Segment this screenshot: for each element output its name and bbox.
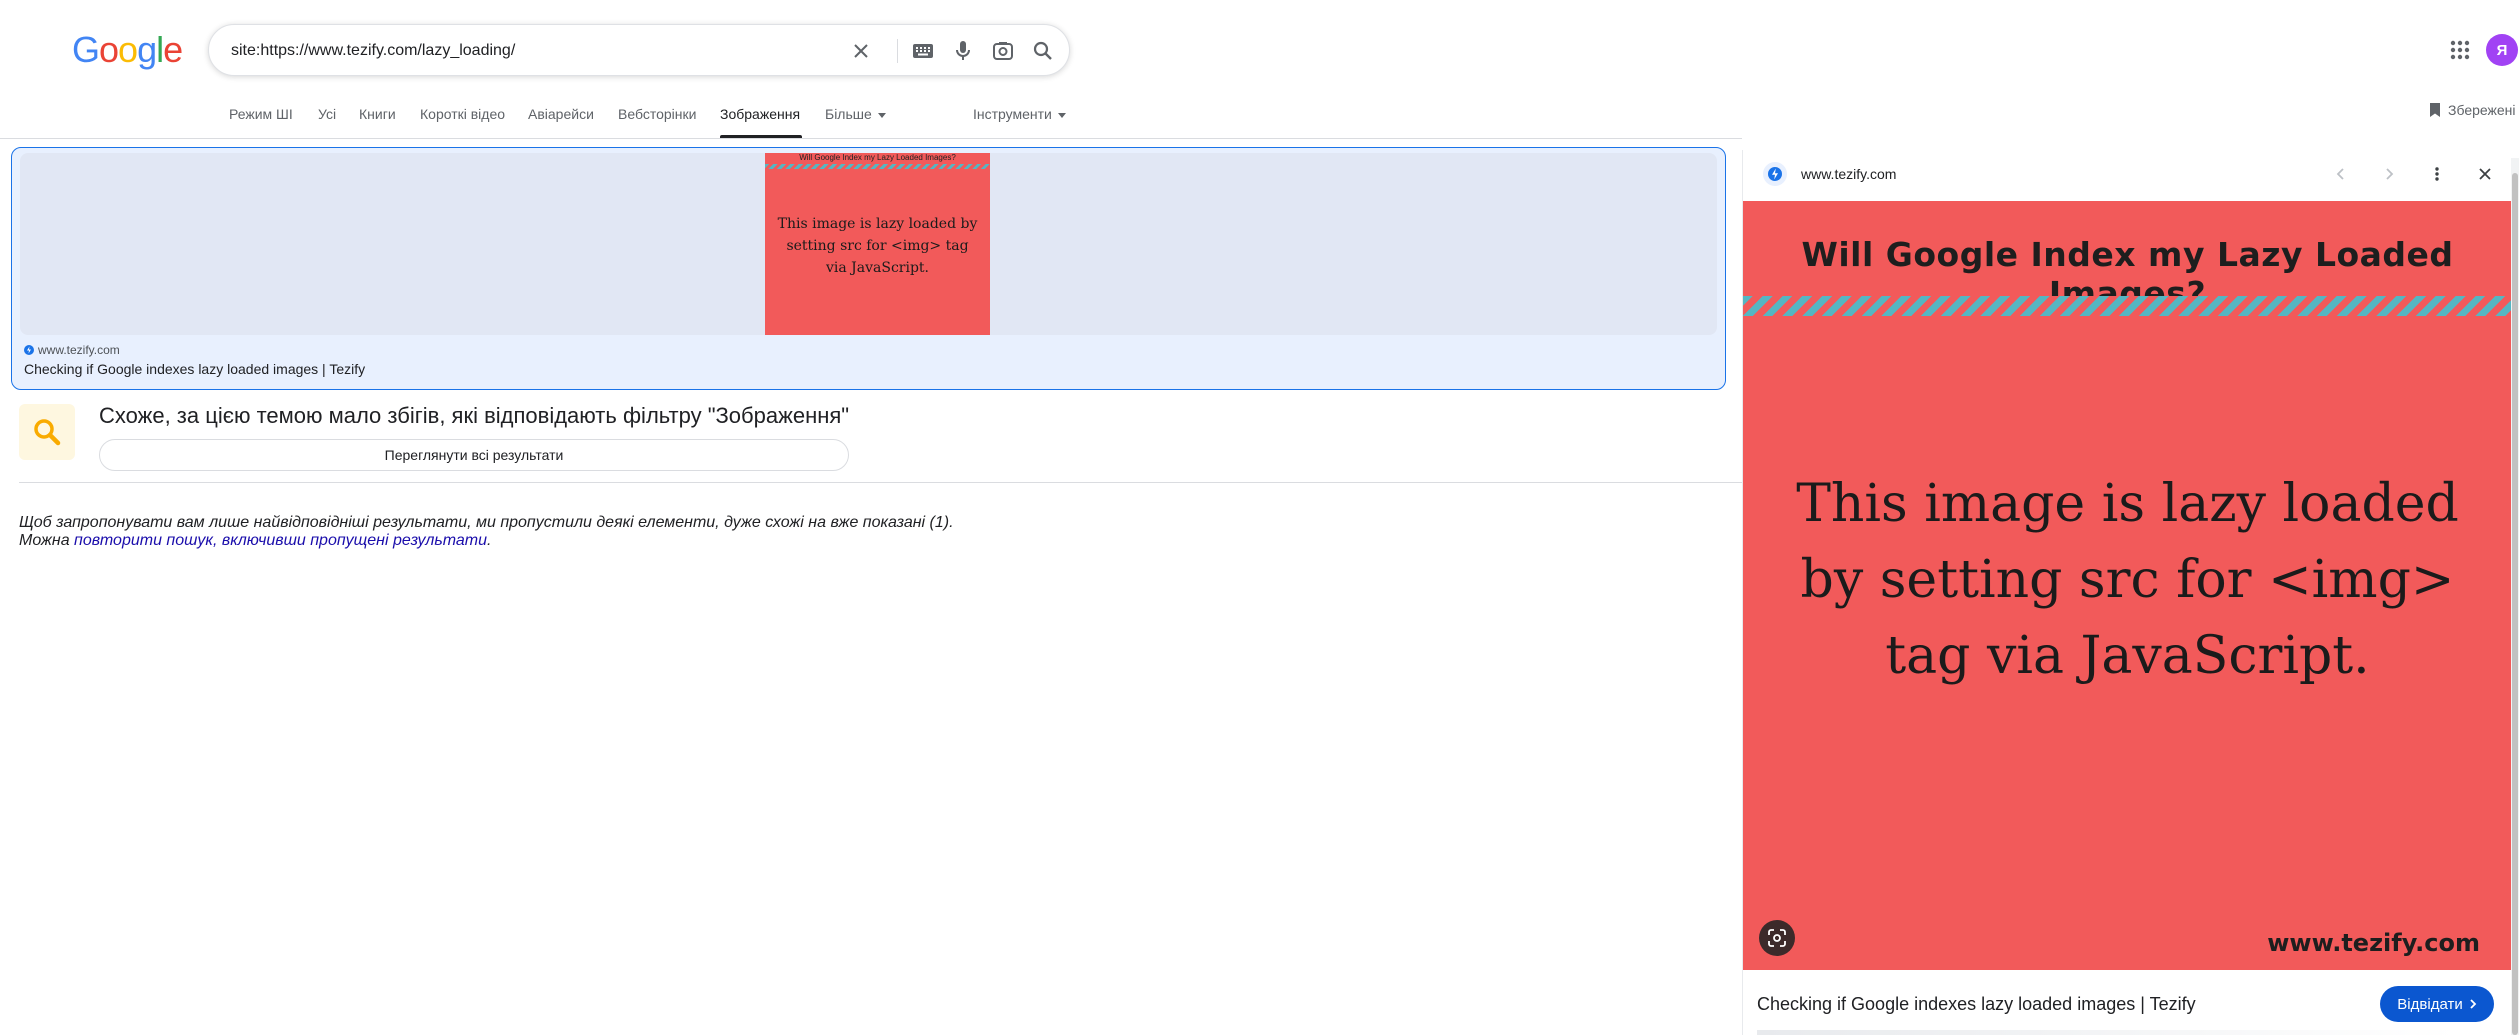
thumbnail-container: Will Google Index my Lazy Loaded Images?… xyxy=(20,153,1717,335)
omitted-line-1: Щоб запропонувати вам лише найвідповідні… xyxy=(19,514,954,531)
chevron-right-icon[interactable] xyxy=(2377,162,2401,186)
thumbnail-stripe xyxy=(765,164,990,169)
result-thumbnail[interactable]: Will Google Index my Lazy Loaded Images?… xyxy=(765,153,990,335)
tab-more[interactable]: Більше xyxy=(825,106,886,122)
search-tabs: Режим ШІ Усі Книги Короткі відео Авіарей… xyxy=(0,96,2519,138)
preview-image[interactable]: Will Google Index my Lazy Loaded Images?… xyxy=(1743,201,2512,970)
tab-short-videos[interactable]: Короткі відео xyxy=(420,106,505,122)
clear-icon[interactable] xyxy=(849,39,873,63)
tab-flights[interactable]: Авіарейси xyxy=(528,106,594,122)
content-divider xyxy=(19,482,1742,483)
tab-more-label: Більше xyxy=(825,106,872,122)
panel-scrollbar-thumb[interactable] xyxy=(2512,173,2518,1035)
microphone-icon[interactable] xyxy=(951,39,975,63)
visit-button-label: Відвідати xyxy=(2397,995,2463,1013)
lens-search-button[interactable] xyxy=(1759,920,1795,956)
logo-letter: o xyxy=(99,29,119,70)
repeat-search-link[interactable]: повторити пошук, включивши пропущені рез… xyxy=(74,532,487,549)
image-preview-panel: www.tezify.com Will Google Index my Lazy… xyxy=(1742,150,2519,1035)
result-source[interactable]: www.tezify.com xyxy=(24,343,120,357)
more-vert-icon[interactable] xyxy=(2425,162,2449,186)
google-logo[interactable]: Google xyxy=(72,29,183,70)
chevron-down-icon xyxy=(1057,112,1066,118)
omitted-line-2: Можна повторити пошук, включивши пропуще… xyxy=(19,532,954,550)
lens-icon[interactable] xyxy=(991,39,1015,63)
omitted-results-notice: Щоб запропонувати вам лише найвідповідні… xyxy=(19,514,954,550)
saved-label: Збережені xyxy=(2448,102,2516,118)
preview-image-text: This image is lazy loaded by setting src… xyxy=(1796,474,2459,686)
logo-letter: G xyxy=(72,29,100,70)
tab-tools-label: Інструменти xyxy=(973,106,1052,122)
result-source-label: www.tezify.com xyxy=(38,343,120,357)
search-box xyxy=(208,24,1070,76)
search-input[interactable] xyxy=(231,37,851,65)
lens-icon xyxy=(1768,929,1786,947)
logo-letter: g xyxy=(137,29,157,70)
panel-domain[interactable]: www.tezify.com xyxy=(1801,166,1896,182)
preview-page-title[interactable]: Checking if Google indexes lazy loaded i… xyxy=(1757,994,2196,1015)
preview-image-stripe xyxy=(1743,296,2512,316)
omitted-prefix: Можна xyxy=(19,532,75,549)
image-result-card[interactable]: Will Google Index my Lazy Loaded Images?… xyxy=(11,147,1726,390)
omitted-suffix: . xyxy=(487,532,492,549)
tab-web[interactable]: Вебсторінки xyxy=(618,106,696,122)
notice-icon-box xyxy=(19,404,75,460)
site-favicon[interactable] xyxy=(1763,162,1787,186)
preview-image-domain: www.tezify.com xyxy=(2267,929,2480,957)
logo-letter: o xyxy=(118,29,138,70)
site-favicon xyxy=(24,345,34,355)
panel-scrollbar[interactable] xyxy=(2511,158,2519,1035)
chevron-right-icon xyxy=(2470,999,2476,1009)
tab-images[interactable]: Зображення xyxy=(720,106,800,122)
close-icon[interactable] xyxy=(2473,162,2497,186)
logo-letter: e xyxy=(163,29,183,70)
panel-description-fade xyxy=(1757,1030,2457,1035)
apps-grid-icon[interactable] xyxy=(2448,38,2472,62)
tab-ai-mode[interactable]: Режим ШІ xyxy=(229,106,293,122)
search-divider xyxy=(897,39,898,63)
tab-all[interactable]: Усі xyxy=(318,106,336,122)
avatar[interactable]: Я xyxy=(2486,34,2518,66)
view-all-results-button[interactable]: Переглянути всі результати xyxy=(99,439,849,471)
keyboard-icon[interactable] xyxy=(911,39,935,63)
chevron-left-icon[interactable] xyxy=(2329,162,2353,186)
header-divider xyxy=(0,138,1742,139)
bookmark-icon xyxy=(2430,103,2440,117)
visit-button[interactable]: Відвідати xyxy=(2380,986,2494,1022)
thumbnail-text: This image is lazy loaded by setting src… xyxy=(777,216,978,276)
tab-books[interactable]: Книги xyxy=(359,106,396,122)
thumbnail-title: Will Google Index my Lazy Loaded Images? xyxy=(799,153,956,162)
search-icon[interactable] xyxy=(1031,39,1055,63)
magnifier-icon xyxy=(34,419,61,446)
saved-button[interactable]: Збережені xyxy=(2428,102,2516,118)
result-title[interactable]: Checking if Google indexes lazy loaded i… xyxy=(24,361,365,377)
tab-tools[interactable]: Інструменти xyxy=(973,106,1066,122)
notice-heading: Схоже, за цією темою мало збігів, які ві… xyxy=(99,403,850,428)
chevron-down-icon xyxy=(877,112,886,118)
